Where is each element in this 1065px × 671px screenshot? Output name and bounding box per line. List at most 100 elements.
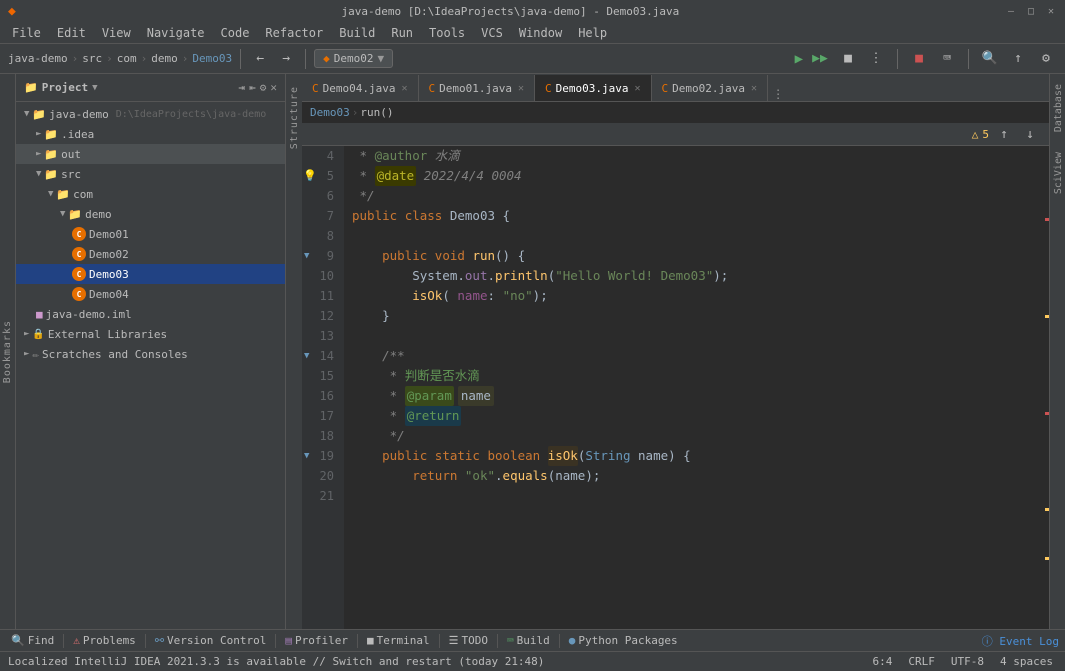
tree-item-out[interactable]: ► 📁 out xyxy=(16,144,285,164)
tab-demo01[interactable]: C Demo01.java ✕ xyxy=(419,75,536,101)
fold-arrow[interactable]: ▼ xyxy=(304,246,309,266)
event-log-button[interactable]: ⓘ Event Log xyxy=(982,633,1059,649)
bc-class[interactable]: Demo03 xyxy=(310,106,350,119)
run-coverage-button[interactable]: ■ xyxy=(837,48,859,70)
debug-button[interactable]: ▶▶ xyxy=(809,48,831,70)
tree-item-src[interactable]: ▼ 📁 src xyxy=(16,164,285,184)
menu-help[interactable]: Help xyxy=(570,24,615,42)
tree-item-demo04[interactable]: C Demo04 xyxy=(16,284,285,304)
tree-item-idea[interactable]: ► 📁 .idea xyxy=(16,124,285,144)
tab-close-icon[interactable]: ✕ xyxy=(751,83,757,94)
tab-demo02[interactable]: C Demo02.java ✕ xyxy=(652,75,769,101)
tab-demo04[interactable]: C Demo04.java ✕ xyxy=(302,75,419,101)
problems-button[interactable]: ⚠ Problems xyxy=(68,633,141,648)
cursor-position[interactable]: 6:4 xyxy=(869,655,897,668)
expand-all-icon[interactable]: ⇥ xyxy=(239,81,246,94)
search-everywhere-button[interactable]: 🔍 xyxy=(979,48,1001,70)
tree-item-demo[interactable]: ▼ 📁 demo xyxy=(16,204,285,224)
bc-project[interactable]: java-demo xyxy=(8,52,68,65)
bc-src[interactable]: src xyxy=(82,52,102,65)
run-config-selector[interactable]: ◆ Demo02 ▼ xyxy=(314,49,393,68)
terminal-button[interactable]: ■ Terminal xyxy=(362,633,435,648)
maximize-button[interactable]: □ xyxy=(1025,5,1037,17)
panel-close-icon[interactable]: ✕ xyxy=(270,81,277,94)
tree-item-iml[interactable]: ■ java-demo.iml xyxy=(16,304,285,324)
bc-com[interactable]: com xyxy=(117,52,137,65)
warning-down[interactable]: ↓ xyxy=(1019,124,1041,146)
build-button[interactable]: ⌨ xyxy=(936,48,958,70)
build-tool-button[interactable]: ⌨ Build xyxy=(502,633,555,648)
menu-refactor[interactable]: Refactor xyxy=(257,24,331,42)
code-line-4: * @author 水滴 xyxy=(344,146,1037,166)
encoding[interactable]: UTF-8 xyxy=(947,655,988,668)
forward-button[interactable]: → xyxy=(275,48,297,70)
menu-file[interactable]: File xyxy=(4,24,49,42)
run-button[interactable]: ▶ xyxy=(795,51,803,67)
tree-item-demo01[interactable]: C Demo01 xyxy=(16,224,285,244)
line-14: ▼ 14 xyxy=(302,346,338,366)
tree-item-scratches[interactable]: ► ✏ Scratches and Consoles xyxy=(16,344,285,364)
indent[interactable]: 4 spaces xyxy=(996,655,1057,668)
sciview-tab[interactable]: SciView xyxy=(1050,142,1065,204)
expand-icon: ▼ xyxy=(24,109,29,119)
tree-item-demo03[interactable]: C Demo03 xyxy=(16,264,285,284)
close-button[interactable]: ✕ xyxy=(1045,5,1057,17)
stop-button[interactable]: ■ xyxy=(908,48,930,70)
fold-arrow[interactable]: ▼ xyxy=(304,446,309,466)
find-button[interactable]: 🔍 Find xyxy=(6,633,59,648)
menu-edit[interactable]: Edit xyxy=(49,24,94,42)
fold-arrow[interactable]: ▼ xyxy=(304,346,309,366)
minimize-button[interactable]: – xyxy=(1005,5,1017,17)
title-bar-left: ◆ xyxy=(8,4,16,19)
lightbulb-icon[interactable]: 💡 xyxy=(303,166,317,186)
bookmarks-tab[interactable]: Bookmarks xyxy=(2,320,13,383)
panel-settings-icon[interactable]: ⚙ xyxy=(260,81,267,94)
tab-demo03[interactable]: C Demo03.java ✕ xyxy=(535,75,652,101)
version-control-button[interactable]: ⚯ Version Control xyxy=(150,633,272,648)
menu-build[interactable]: Build xyxy=(331,24,383,42)
menu-code[interactable]: Code xyxy=(213,24,258,42)
bookmarks-strip: Bookmarks xyxy=(0,74,16,629)
menu-run[interactable]: Run xyxy=(383,24,421,42)
tab-close-icon[interactable]: ✕ xyxy=(518,83,524,94)
more-tabs-button[interactable]: ⋮ xyxy=(772,87,784,101)
more-run-button[interactable]: ⋮ xyxy=(865,48,887,70)
collapse-all-icon[interactable]: ⇤ xyxy=(249,81,256,94)
code-content[interactable]: * @author 水滴 * @date 2022/4/4 0004 */ pu… xyxy=(344,146,1037,629)
project-tree: ▼ 📁 java-demo D:\IdeaProjects\java-demo … xyxy=(16,102,285,629)
todo-button[interactable]: ☰ TODO xyxy=(444,633,493,648)
bc-class[interactable]: Demo03 xyxy=(192,52,232,65)
status-message[interactable]: Localized IntelliJ IDEA 2021.3.3 is avai… xyxy=(8,655,544,668)
menu-vcs[interactable]: VCS xyxy=(473,24,511,42)
settings-button[interactable]: ⚙ xyxy=(1035,48,1057,70)
search-icon: 🔍 xyxy=(11,634,25,647)
back-button[interactable]: ← xyxy=(249,48,271,70)
warning-up[interactable]: ↑ xyxy=(993,124,1015,146)
menu-navigate[interactable]: Navigate xyxy=(139,24,213,42)
update-button[interactable]: ↑ xyxy=(1007,48,1029,70)
right-tool-tabs: Database SciView xyxy=(1049,74,1065,629)
line-ending[interactable]: CRLF xyxy=(904,655,939,668)
tree-item-java-demo[interactable]: ▼ 📁 java-demo D:\IdeaProjects\java-demo xyxy=(16,104,285,124)
tree-item-com[interactable]: ▼ 📁 com xyxy=(16,184,285,204)
profiler-button[interactable]: ▤ Profiler xyxy=(280,633,353,648)
project-chevron[interactable]: ▼ xyxy=(92,83,97,93)
tree-item-demo02[interactable]: C Demo02 xyxy=(16,244,285,264)
scratch-icon: ✏ xyxy=(32,348,39,361)
tab-close-icon[interactable]: ✕ xyxy=(635,83,641,94)
database-tab[interactable]: Database xyxy=(1050,74,1065,142)
menu-window[interactable]: Window xyxy=(511,24,570,42)
tab-close-icon[interactable]: ✕ xyxy=(401,83,407,94)
structure-icon[interactable]: Structure xyxy=(287,78,302,157)
menu-view[interactable]: View xyxy=(94,24,139,42)
run-config-chevron: ▼ xyxy=(377,52,384,65)
scroll-bar[interactable] xyxy=(1037,146,1049,629)
tree-item-external[interactable]: ► 🔒 External Libraries xyxy=(16,324,285,344)
title-bar-controls: – □ ✕ xyxy=(1005,5,1057,17)
ext-icon: 🔒 xyxy=(32,329,44,340)
menu-tools[interactable]: Tools xyxy=(421,24,473,42)
tree-item-label: Scratches and Consoles xyxy=(42,348,188,361)
python-packages-button[interactable]: ● Python Packages xyxy=(564,633,683,648)
bc-demo[interactable]: demo xyxy=(151,52,178,65)
bc-method[interactable]: run() xyxy=(360,106,393,119)
